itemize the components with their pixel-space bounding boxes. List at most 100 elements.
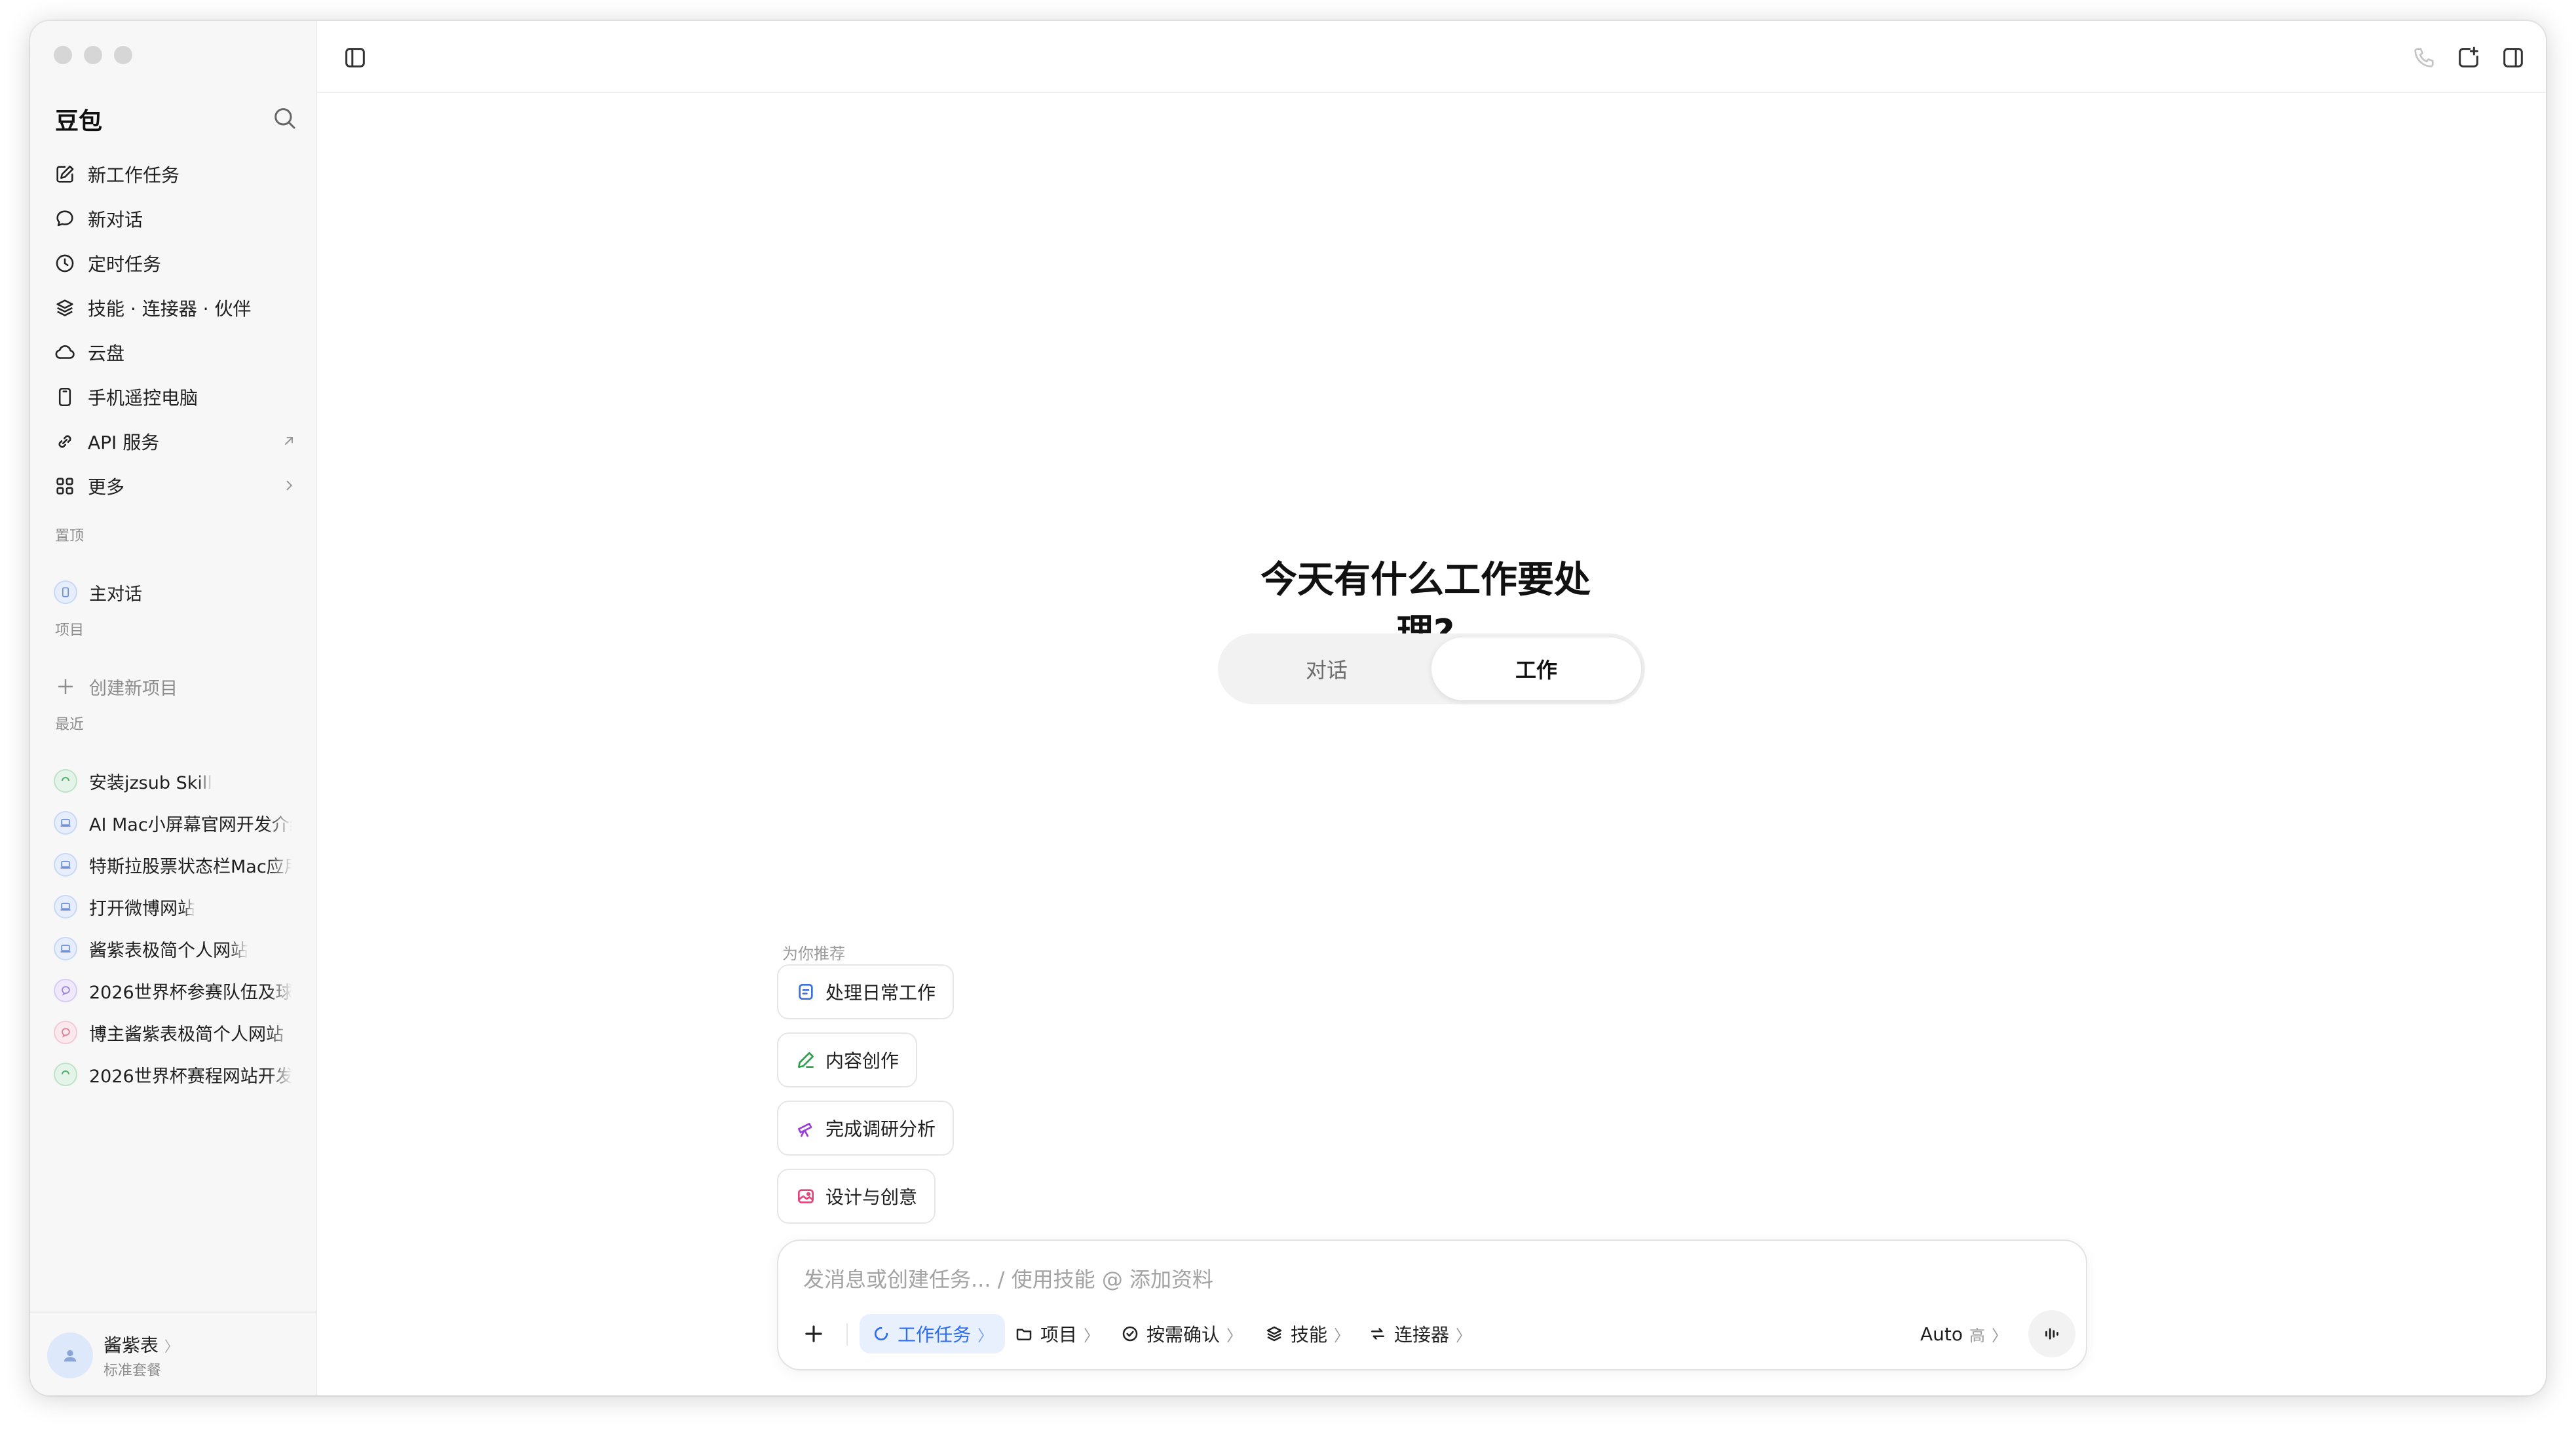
project-avatar-icon <box>54 895 77 918</box>
pinned-item-main-chat[interactable]: 主对话 <box>54 573 303 612</box>
sidebar-item-more[interactable]: 更多 <box>54 464 303 508</box>
tab-chat[interactable]: 对话 <box>1222 637 1431 700</box>
suggestion-daily-work[interactable]: 处理日常工作 <box>777 964 955 1019</box>
recent-item-label: 特斯拉股票状态栏Mac应用 <box>89 856 292 877</box>
create-project-label: 创建新项目 <box>89 678 178 699</box>
user-plan: 标准套餐 <box>104 1363 162 1379</box>
close-window-button[interactable] <box>54 46 72 64</box>
chat-avatar-icon <box>54 979 77 1002</box>
sidebar-item-cloud[interactable]: 云盘 <box>54 330 303 375</box>
pen-icon <box>798 1052 814 1068</box>
message-input[interactable]: 发消息或创建任务... / 使用技能 @ 添加资料 <box>803 1263 1213 1293</box>
external-arrow-icon <box>285 437 293 445</box>
recent-item-label: 博主酱紫表极简个人网站 <box>89 1024 284 1045</box>
chat-bubble-icon <box>56 210 73 227</box>
sidebar-item-new-task[interactable]: 新工作任务 <box>54 152 303 197</box>
voice-input-button[interactable] <box>2028 1310 2075 1357</box>
work-task-label: 工作任务 <box>898 1324 972 1346</box>
user-icon <box>64 1350 77 1362</box>
sidebar-item-skills[interactable]: 技能 · 连接器 · 伙伴 <box>54 286 303 330</box>
recent-item-label: 2026世界杯赛程网站开发 <box>89 1066 292 1087</box>
sidebar-item-label: API 服务 <box>88 432 160 453</box>
sidebar-item-scheduled[interactable]: 定时任务 <box>54 241 303 286</box>
level-label: 高 <box>1969 1326 1985 1345</box>
message-composer[interactable]: 发消息或创建任务... / 使用技能 @ 添加资料 工作任务 〉 项目 〉 按需… <box>777 1239 2087 1370</box>
connectors-label: 连接器 <box>1394 1324 1450 1346</box>
search-icon[interactable] <box>271 105 297 131</box>
cloud-icon <box>55 345 75 359</box>
recent-item[interactable]: 酱紫表极简个人网站 <box>54 929 303 968</box>
plus-icon <box>54 675 77 698</box>
model-label: Auto <box>1920 1323 1963 1345</box>
sidebar-item-label: 新对话 <box>88 209 143 231</box>
sidebar: 豆包 新工作任务 新对话 定时任务 技能 · 连接器 · 伙伴 云盘 手机遥控电… <box>30 21 317 1395</box>
loading-icon <box>874 1327 888 1341</box>
suggestion-label: 设计与创意 <box>825 1186 918 1208</box>
suggestion-research[interactable]: 完成调研分析 <box>777 1101 955 1156</box>
window-controls <box>54 46 132 64</box>
confirm-mode-label: 按需确认 <box>1146 1324 1221 1346</box>
clock-icon <box>56 254 74 273</box>
add-attachment-button[interactable] <box>798 1314 829 1353</box>
layers-icon <box>56 299 73 316</box>
recent-section-label: 最近 <box>55 717 85 733</box>
chat-avatar-icon <box>54 1021 77 1044</box>
model-selector[interactable]: Auto 高 〉 <box>1920 1314 2007 1353</box>
sidebar-item-label: 新工作任务 <box>88 164 180 186</box>
zoom-window-button[interactable] <box>114 46 132 64</box>
user-profile[interactable]: 酱紫表 〉 标准套餐 <box>30 1312 316 1395</box>
chevron-right-icon: 〉 <box>1334 1326 1350 1345</box>
sidebar-item-new-chat[interactable]: 新对话 <box>54 197 303 241</box>
plus-icon <box>805 1325 822 1342</box>
toggle-panel-icon[interactable] <box>2500 45 2526 71</box>
recent-item-label: 安装jzsub Skill <box>89 772 212 793</box>
skills-label: 技能 <box>1291 1324 1328 1346</box>
composer-divider <box>846 1323 848 1346</box>
chevron-right-icon: 〉 <box>1084 1326 1100 1345</box>
mode-switch: 对话 工作 <box>1218 633 1645 704</box>
chevron-right-icon <box>286 480 293 491</box>
minimize-window-button[interactable] <box>84 46 102 64</box>
create-project-button[interactable]: 创建新项目 <box>54 667 303 706</box>
project-selector[interactable]: 项目 〉 <box>1014 1314 1099 1353</box>
toggle-sidebar-icon[interactable] <box>342 45 368 71</box>
recent-item[interactable]: 特斯拉股票状态栏Mac应用 <box>54 845 303 884</box>
chevron-right-icon: 〉 <box>1992 1326 2007 1345</box>
connector-icon <box>1371 1328 1384 1340</box>
connectors-selector[interactable]: 连接器 〉 <box>1368 1314 1471 1353</box>
recent-item[interactable]: 2026世界杯参赛队伍及球员 <box>54 971 303 1010</box>
confirm-mode-selector[interactable]: 按需确认 〉 <box>1120 1314 1242 1353</box>
sidebar-item-label: 手机遥控电脑 <box>88 387 199 409</box>
suggestion-content-creation[interactable]: 内容创作 <box>777 1032 918 1087</box>
work-task-selector[interactable]: 工作任务 〉 <box>860 1314 1006 1353</box>
suggestion-label: 处理日常工作 <box>825 982 936 1004</box>
recent-item[interactable]: AI Mac小屏幕官网开发介绍 <box>54 803 303 842</box>
sidebar-item-api[interactable]: API 服务 <box>54 419 303 464</box>
sidebar-item-remote[interactable]: 手机遥控电脑 <box>54 375 303 419</box>
new-window-icon[interactable] <box>2455 45 2482 71</box>
project-avatar-icon <box>54 811 77 835</box>
layers-icon <box>1266 1326 1282 1342</box>
recent-item[interactable]: 安装jzsub Skill <box>54 761 303 801</box>
edit-icon <box>56 165 74 183</box>
chat-avatar-icon <box>54 580 77 604</box>
recent-item[interactable]: 博主酱紫表极简个人网站 <box>54 1013 303 1052</box>
suggestion-design[interactable]: 设计与创意 <box>777 1169 936 1224</box>
skills-selector[interactable]: 技能 〉 <box>1264 1314 1350 1353</box>
chevron-right-icon: 〉 <box>1456 1326 1472 1345</box>
recent-item[interactable]: 打开微博网站 <box>54 887 303 926</box>
telescope-icon <box>798 1123 812 1137</box>
shield-check-icon <box>1122 1326 1138 1342</box>
projects-section-label: 项目 <box>55 622 85 639</box>
link-icon <box>58 435 71 448</box>
phone-call-icon[interactable] <box>2411 45 2437 71</box>
recommend-label: 为你推荐 <box>782 945 845 963</box>
project-avatar-icon <box>54 937 77 960</box>
recent-item-label: 打开微博网站 <box>89 898 195 919</box>
recent-item[interactable]: 2026世界杯赛程网站开发 <box>54 1055 303 1094</box>
sidebar-item-label: 更多 <box>88 476 125 498</box>
suggestion-label: 内容创作 <box>825 1050 900 1072</box>
tab-work[interactable]: 工作 <box>1431 637 1641 700</box>
avatar <box>47 1332 93 1378</box>
brand-title: 豆包 <box>55 108 103 135</box>
